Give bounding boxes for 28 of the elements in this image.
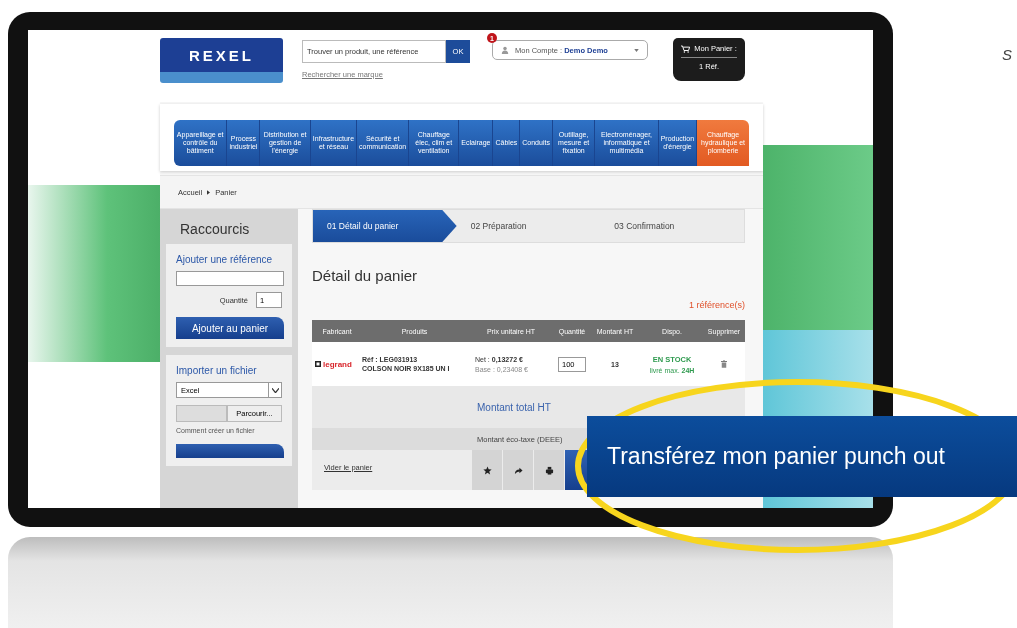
import-button[interactable] [176,444,284,458]
section-heading: Importer un fichier [176,365,258,376]
brand-logo: legrand [315,359,362,369]
share-icon [513,465,523,475]
caret-icon [271,387,279,393]
trash-icon[interactable] [721,360,727,368]
checkout-step[interactable]: 03 Confirmation [600,210,744,242]
callout-tooltip: Transférez mon panier punch out [587,416,1017,497]
checkout-step[interactable]: 01 Détail du panier [313,210,457,242]
page-title: Détail du panier [312,267,419,284]
section-heading: Ajouter une référence [176,254,274,265]
favorite-button[interactable] [472,450,502,490]
checkout-step[interactable]: 02 Préparation [456,210,601,242]
rexel-logo[interactable]: REXEL [160,38,283,83]
print-icon [544,465,554,475]
cart-icon [681,44,691,53]
file-field[interactable] [176,405,227,422]
user-icon [501,46,509,54]
cut-off-text: S [1002,46,1012,63]
reference-count: 1 référence(s) [688,300,745,310]
star-icon [482,465,492,475]
reference-field[interactable] [176,271,284,286]
caret-icon [634,48,639,52]
add-to-cart-button[interactable]: Ajouter au panier [176,317,284,339]
chevron-icon [207,189,211,195]
total-label: Montant total HT [477,401,551,413]
print-button[interactable] [534,450,564,490]
sidebar-title: Raccourcis [179,220,251,239]
